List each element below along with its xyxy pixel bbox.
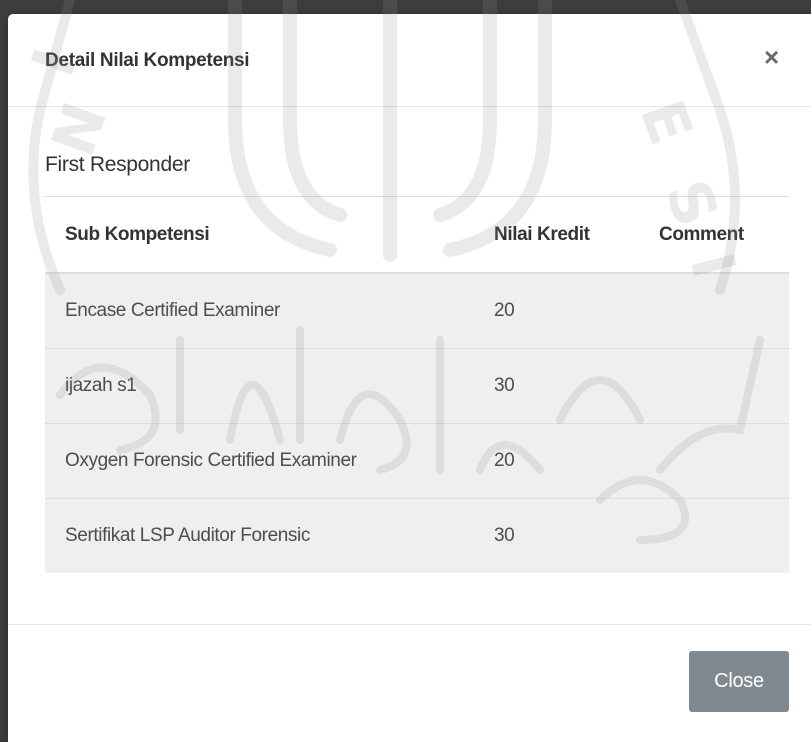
cell-sub-kompetensi: Encase Certified Examiner — [65, 300, 280, 321]
modal-footer: Close — [8, 624, 811, 742]
cell-nilai-kredit: 30 — [494, 525, 515, 546]
modal-title: Detail Nilai Kompetensi — [45, 50, 250, 71]
column-header-comment: Comment — [659, 223, 744, 245]
column-header-sub-kompetensi: Sub Kompetensi — [65, 223, 210, 245]
table-row: ijazah s1 30 — [45, 349, 789, 424]
close-button[interactable]: Close — [689, 651, 789, 712]
table-header-row: Sub Kompetensi Nilai Kredit Comment — [45, 197, 789, 274]
column-header-nilai-kredit: Nilai Kredit — [494, 223, 590, 245]
modal-header: Detail Nilai Kompetensi × — [8, 14, 811, 107]
cell-sub-kompetensi: ijazah s1 — [65, 375, 137, 396]
table-row: Encase Certified Examiner 20 — [45, 274, 789, 349]
table-row: Sertifikat LSP Auditor Forensic 30 — [45, 499, 789, 573]
table-row: Oxygen Forensic Certified Examiner 20 — [45, 424, 789, 499]
close-icon[interactable]: × — [764, 44, 779, 70]
cell-nilai-kredit: 20 — [494, 450, 515, 471]
detail-modal: Detail Nilai Kompetensi × First Responde… — [8, 14, 811, 742]
cell-nilai-kredit: 20 — [494, 300, 515, 321]
section-title: First Responder — [45, 153, 190, 176]
cell-sub-kompetensi: Oxygen Forensic Certified Examiner — [65, 450, 357, 471]
cell-sub-kompetensi: Sertifikat LSP Auditor Forensic — [65, 525, 310, 546]
screen: Detail Nilai Kompetensi × First Responde… — [0, 0, 811, 742]
cell-nilai-kredit: 30 — [494, 375, 515, 396]
